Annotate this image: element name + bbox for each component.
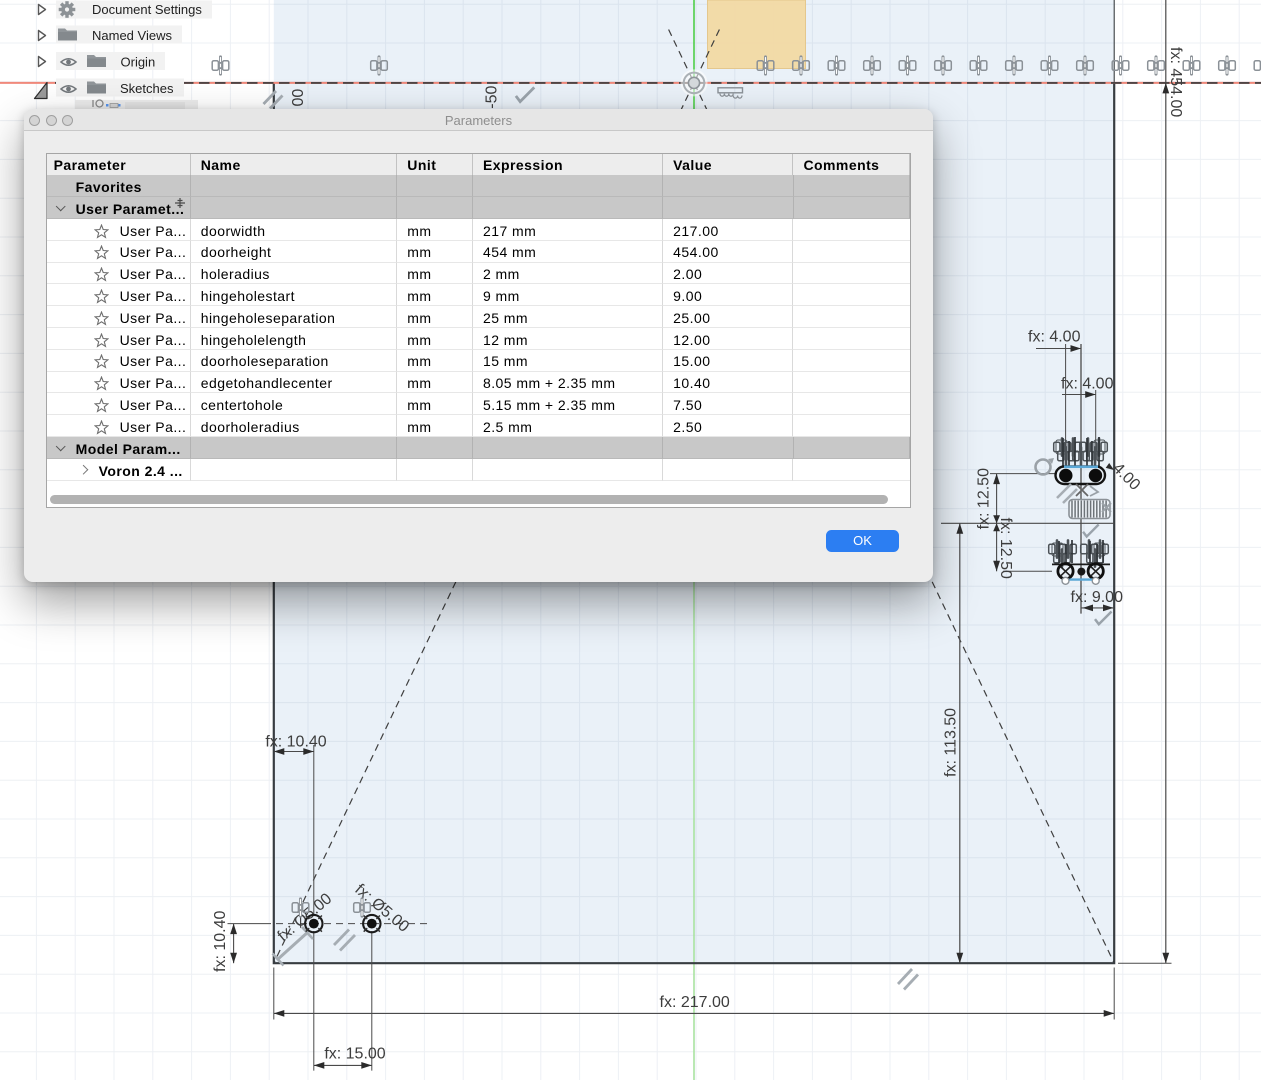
svg-text:fx: 12.50: fx: 12.50 — [976, 468, 993, 529]
svg-text:Document Settings: Document Settings — [92, 2, 202, 17]
svg-text:fx: 217.00: fx: 217.00 — [660, 994, 730, 1011]
svg-text:fx: 4.00: fx: 4.00 — [1028, 329, 1081, 346]
svg-text:fx: 10.40: fx: 10.40 — [265, 734, 326, 751]
svg-text:fx: 113.50: fx: 113.50 — [943, 708, 960, 777]
svg-text:00: 00 — [290, 89, 307, 107]
svg-text:fx: 10.40: fx: 10.40 — [212, 911, 229, 972]
svg-text:Named Views: Named Views — [92, 28, 172, 43]
svg-text:Origin: Origin — [121, 55, 156, 70]
svg-text:fx: 454.00: fx: 454.00 — [1167, 47, 1184, 117]
svg-text:-50: -50 — [484, 85, 501, 108]
svg-text:fx: 12.50: fx: 12.50 — [997, 518, 1014, 579]
svg-text:fx: 15.00: fx: 15.00 — [324, 1046, 385, 1063]
svg-text:fx: 9.00: fx: 9.00 — [1071, 589, 1124, 606]
svg-text:Sketches: Sketches — [120, 81, 174, 96]
svg-text:fx: 4.00: fx: 4.00 — [1061, 376, 1114, 393]
